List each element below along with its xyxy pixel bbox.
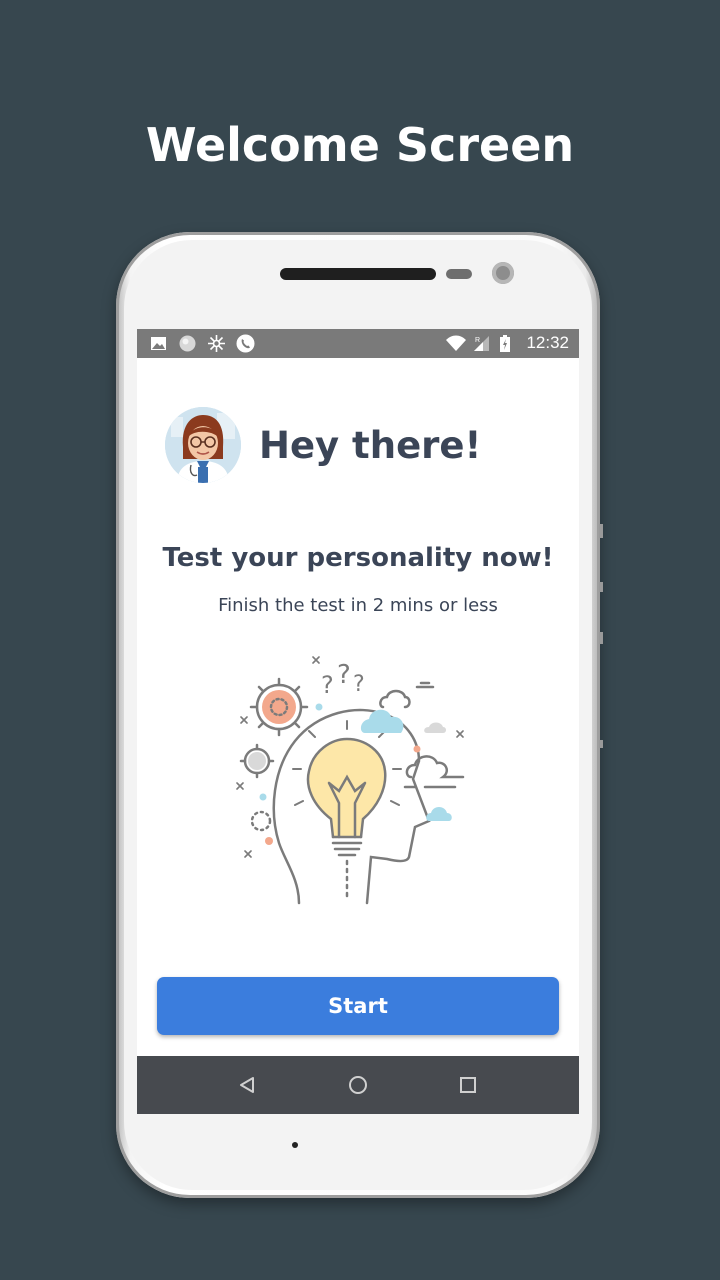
side-button (599, 740, 603, 748)
svg-text:?: ? (353, 672, 365, 697)
greeting-text: Hey there! (259, 423, 482, 467)
status-system: R 12:32 (445, 333, 569, 353)
svg-text:?: ? (337, 660, 351, 690)
side-button (599, 632, 603, 644)
phone-camera (492, 262, 514, 284)
greeting-row: Hey there! (165, 407, 481, 483)
recents-icon[interactable] (453, 1070, 483, 1100)
navigation-bar (137, 1056, 579, 1114)
battery-charging-icon (499, 334, 518, 353)
phone-sensor (446, 269, 472, 279)
phone-screen: R 12:32 Hey there! Test your personality… (137, 329, 579, 1114)
wifi-icon (445, 334, 467, 353)
back-icon[interactable] (232, 1070, 262, 1100)
image-icon (149, 334, 168, 353)
test-subtitle: Finish the test in 2 mins or less (218, 595, 498, 616)
home-icon[interactable] (343, 1070, 373, 1100)
side-button (599, 582, 603, 592)
status-notifications (149, 334, 255, 353)
circle-icon (178, 334, 197, 353)
phone-speaker (280, 268, 436, 280)
page-title: Welcome Screen (145, 118, 575, 172)
sync-icon (207, 334, 226, 353)
status-bar: R 12:32 (137, 329, 579, 358)
phone-icon (236, 334, 255, 353)
side-button (599, 524, 603, 538)
status-clock: 12:32 (526, 333, 569, 352)
phone-home-dot (292, 1142, 298, 1148)
lightbulb-head-illustration: ? ? ? (229, 651, 489, 907)
start-button[interactable]: Start (157, 977, 559, 1035)
signal-icon: R (472, 334, 491, 353)
doctor-avatar (165, 407, 241, 483)
svg-text:R: R (475, 337, 480, 344)
test-title: Test your personality now! (162, 543, 554, 573)
svg-text:?: ? (321, 671, 334, 699)
